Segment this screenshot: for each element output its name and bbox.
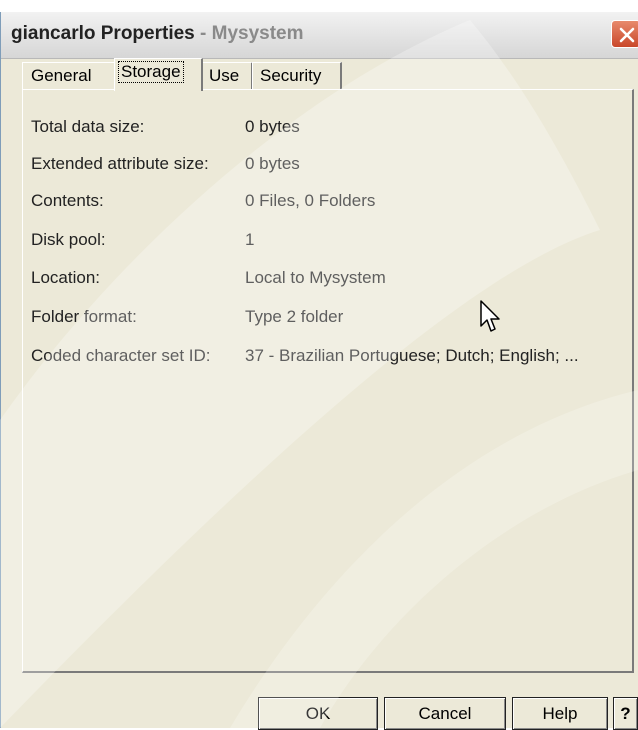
property-value: 0 Files, 0 Folders [245, 191, 376, 210]
close-icon [619, 27, 635, 43]
help-button-label: Help [542, 704, 578, 723]
tab-use-label: Use [209, 66, 240, 85]
close-button[interactable] [611, 20, 638, 48]
property-label: Extended attribute size: [31, 154, 209, 173]
property-value: Type 2 folder [245, 307, 344, 326]
title-object-name: giancarlo Properties [11, 23, 195, 44]
tab-general[interactable]: General [22, 62, 116, 90]
tab-security-label: Security [260, 66, 322, 85]
property-value: 0 bytes [245, 154, 300, 173]
context-help-label: ? [620, 704, 631, 723]
tab-general-label: General [31, 66, 92, 85]
mouse-pointer-icon [480, 300, 500, 332]
property-label: Contents: [31, 191, 104, 210]
property-value: 1 [245, 230, 255, 249]
property-value: 37 - Brazilian Portuguese; Dutch; Englis… [245, 346, 579, 365]
tab-storage[interactable]: Storage [114, 58, 203, 91]
property-value: 0 bytes [245, 117, 300, 136]
tab-storage-label: Storage [118, 61, 184, 83]
property-label: Location: [31, 268, 100, 287]
context-help-button[interactable]: ? [613, 697, 638, 730]
cancel-button[interactable]: Cancel [384, 697, 506, 730]
storage-panel: Total data size: 0 bytes Extended attrib… [22, 89, 634, 673]
title-system-name: Mysystem [211, 23, 304, 44]
cancel-button-label: Cancel [418, 704, 472, 723]
tab-security[interactable]: Security [252, 62, 342, 90]
window-title: giancarlo Properties - Mysystem [11, 23, 304, 45]
property-value: Local to Mysystem [245, 268, 386, 287]
property-label: Folder format: [31, 307, 137, 326]
ok-button[interactable]: OK [258, 697, 378, 730]
help-button[interactable]: Help [512, 697, 608, 730]
tab-use[interactable]: Use [201, 62, 253, 90]
title-separator: - [194, 23, 212, 44]
title-bar[interactable]: giancarlo Properties - Mysystem [1, 12, 638, 59]
ok-button-label: OK [305, 704, 331, 723]
property-label: Coded character set ID: [31, 346, 211, 365]
property-label: Total data size: [31, 117, 145, 136]
property-label: Disk pool: [31, 230, 106, 249]
